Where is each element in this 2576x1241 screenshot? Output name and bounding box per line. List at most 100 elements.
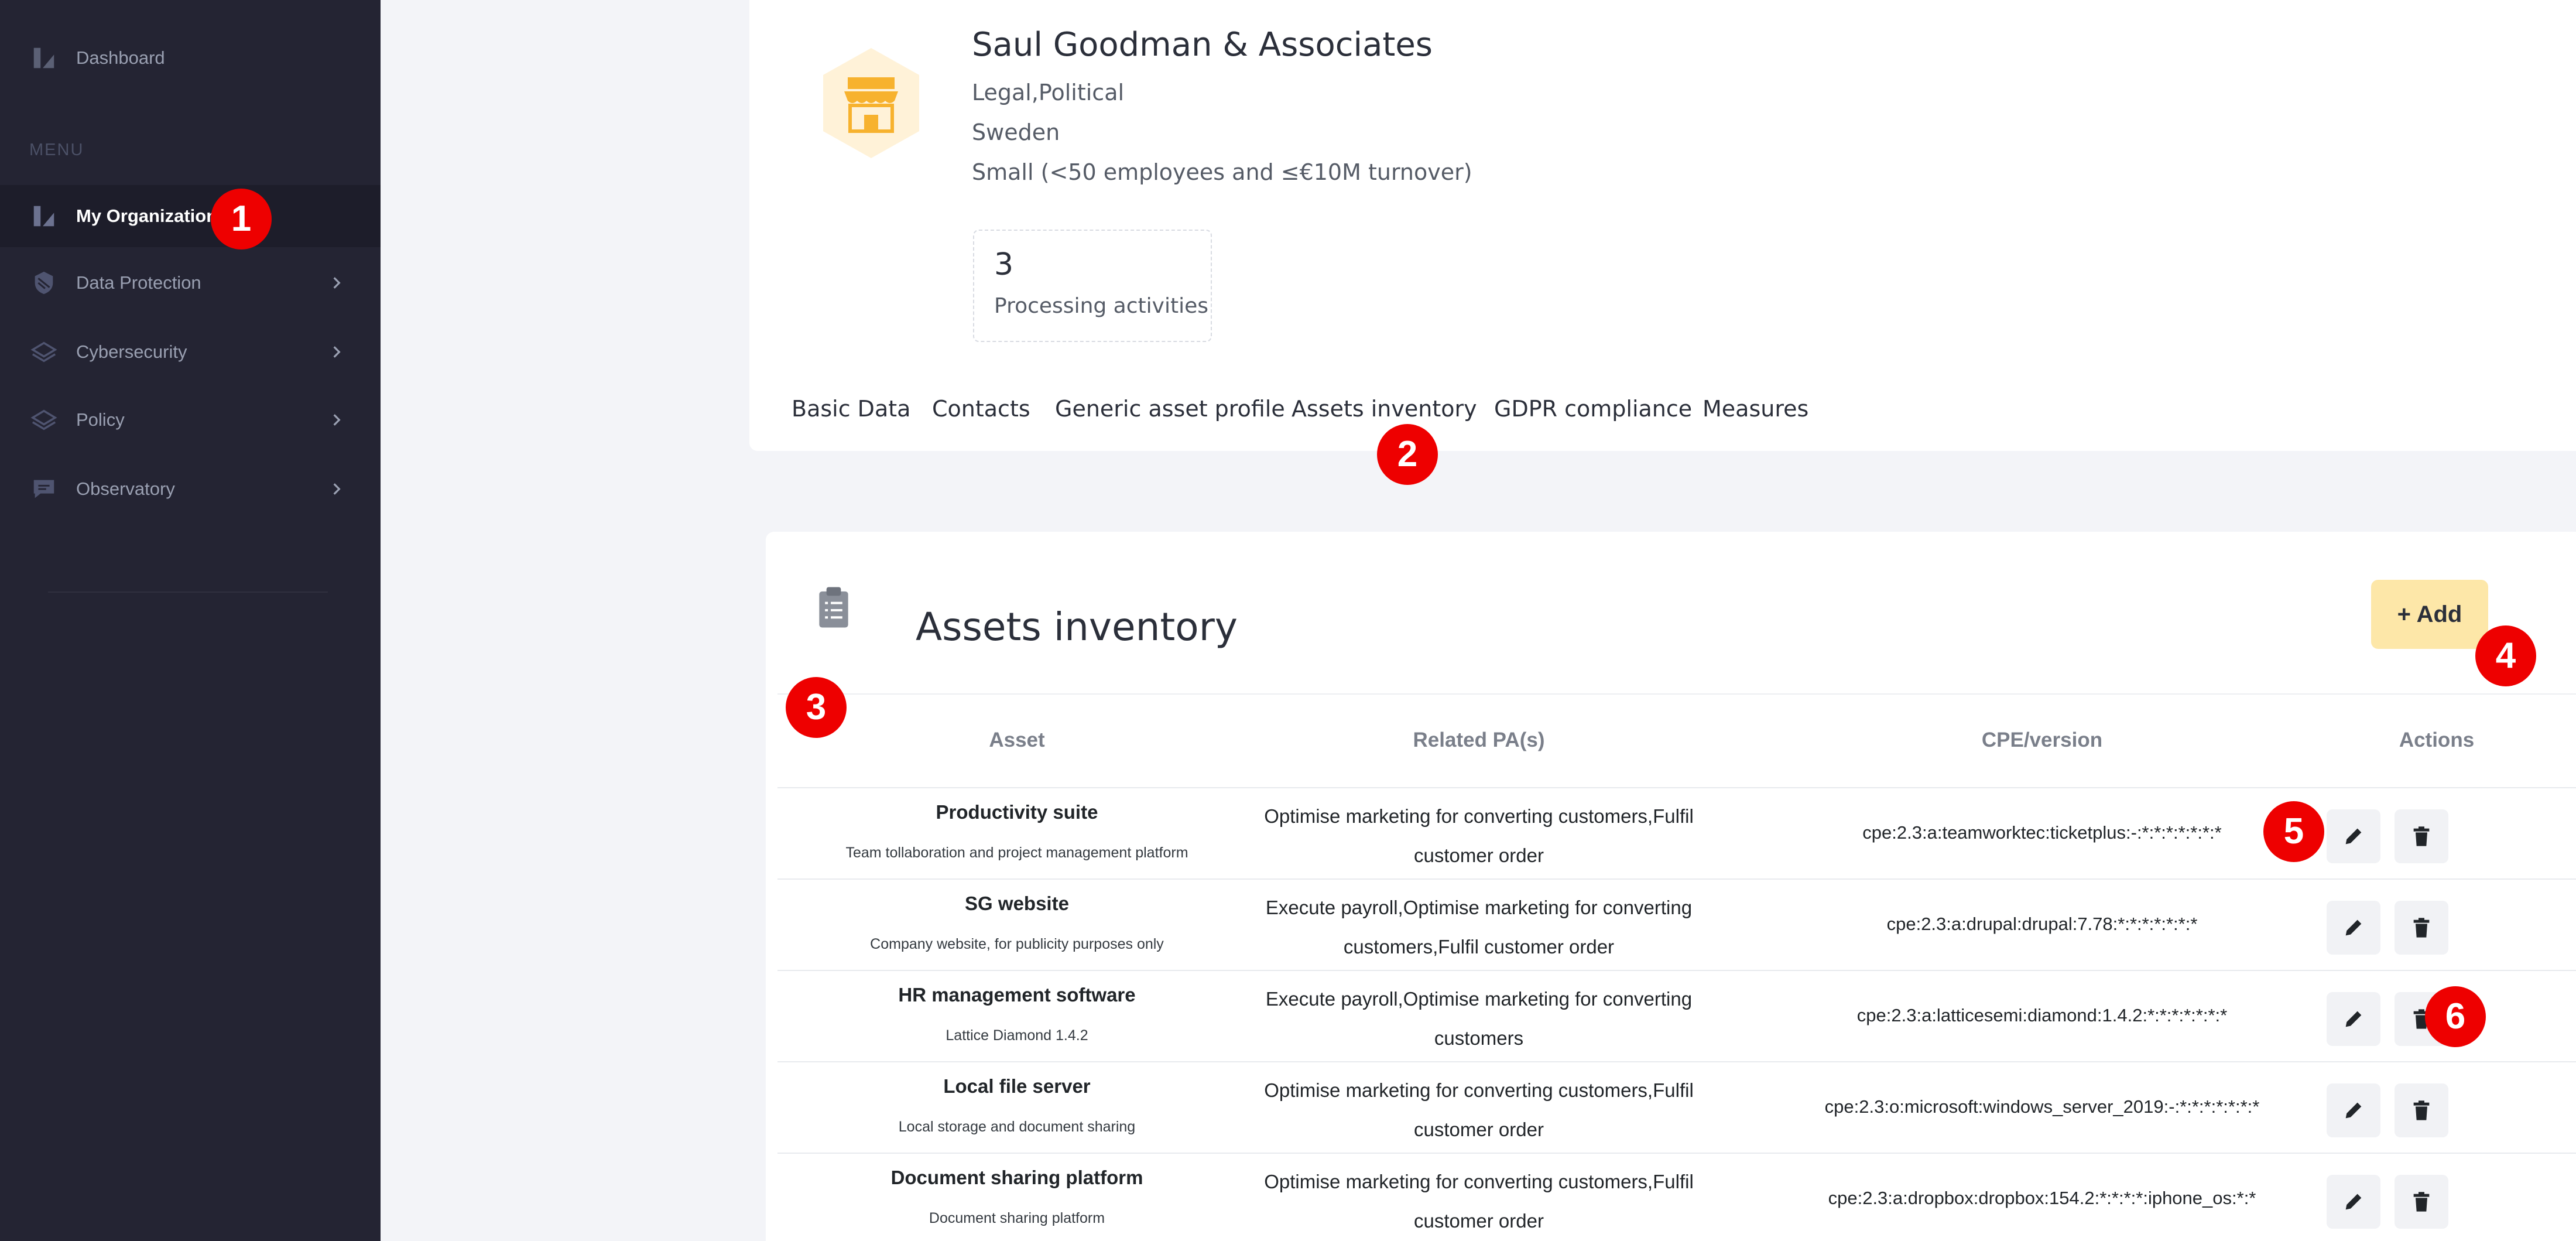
related-pa-line: customer order: [1414, 1210, 1544, 1232]
assets-inventory-card: Assets inventory + Add Asset Related PA(…: [766, 532, 2576, 1241]
asset-name: Productivity suite: [936, 801, 1098, 823]
trash-icon: [2413, 826, 2430, 846]
asset-name: HR management software: [898, 984, 1136, 1006]
related-pa: Execute payroll,Optimise marketing for c…: [1256, 888, 1701, 966]
organization-icon: [33, 206, 54, 227]
pencil-icon: [2345, 1194, 2362, 1210]
sidebar-item-policy[interactable]: Policy: [0, 389, 381, 451]
column-header-actions: Actions: [2399, 729, 2475, 751]
asset-name: Document sharing platform: [890, 1167, 1143, 1188]
cpe-version: cpe:2.3:a:drupal:drupal:7.78:*:*:*:*:*:*…: [1886, 914, 2198, 934]
layers-icon: [30, 409, 57, 430]
layers-icon: [30, 341, 57, 363]
annotation-badge-6: 6: [2425, 986, 2486, 1047]
organization-sector: Legal,Political: [972, 80, 1125, 105]
annotation-badge-5: 5: [2263, 801, 2324, 862]
processing-activities-stat: 3 Processing activities: [973, 230, 1212, 342]
dashboard-icon: [33, 47, 54, 69]
trash-icon: [2413, 1100, 2430, 1120]
table-row: HR management software Lattice Diamond 1…: [777, 970, 2576, 1061]
sidebar-item-label: Policy: [76, 409, 125, 430]
sidebar-item-data-protection[interactable]: Data Protection: [0, 252, 381, 314]
annotation-badge-3: 3: [786, 677, 847, 738]
annotation-badge-2: 2: [1377, 424, 1438, 485]
sidebar-item-label: Dashboard: [76, 47, 165, 68]
pencil-icon: [2345, 1011, 2362, 1027]
tab-assets-inventory[interactable]: Assets inventory: [1292, 396, 1477, 422]
clipboard-icon: [819, 587, 848, 628]
related-pa: Execute payroll,Optimise marketing for c…: [1256, 979, 1701, 1058]
pencil-icon: [2345, 828, 2362, 845]
delete-button[interactable]: [2395, 809, 2448, 863]
tab-measures[interactable]: Measures: [1703, 396, 1808, 422]
related-pa-line: Execute payroll,Optimise marketing for c…: [1265, 897, 1693, 918]
related-pa-line: Execute payroll,Optimise marketing for c…: [1265, 988, 1693, 1010]
edit-button[interactable]: [2327, 992, 2380, 1046]
sidebar-item-label: Observatory: [76, 478, 175, 499]
delete-button[interactable]: [2395, 901, 2448, 955]
edit-button[interactable]: [2327, 1175, 2380, 1229]
organization-name: Saul Goodman & Associates: [972, 26, 1433, 64]
asset-description: Team tollaboration and project managemen…: [845, 845, 1188, 861]
related-pa-line: customer order: [1414, 1119, 1544, 1140]
tab-contacts[interactable]: Contacts: [932, 396, 1030, 422]
asset-description: Company website, for publicity purposes …: [870, 936, 1164, 952]
processing-activities-label: Processing activities: [994, 294, 1208, 318]
chevron-right-icon: [333, 277, 341, 289]
pencil-icon: [2345, 919, 2362, 936]
related-pa: Optimise marketing for converting custom…: [1256, 1162, 1701, 1240]
related-pa-line: Optimise marketing for converting custom…: [1264, 1079, 1694, 1101]
sidebar-item-observatory[interactable]: Observatory: [0, 458, 381, 520]
table-row: Document sharing platform Document shari…: [777, 1153, 2576, 1241]
related-pa-line: customers,Fulfil customer order: [1343, 936, 1615, 958]
sidebar-item-dashboard[interactable]: Dashboard: [0, 27, 381, 89]
trash-icon: [2413, 918, 2430, 938]
annotation-badge-4: 4: [2475, 625, 2536, 686]
organization-country: Sweden: [972, 119, 1060, 145]
assets-inventory-title: Assets inventory: [916, 604, 1238, 649]
related-pa-line: Optimise marketing for converting custom…: [1264, 1171, 1694, 1192]
chat-icon: [33, 480, 54, 498]
asset-name: SG website: [965, 893, 1069, 914]
trash-icon: [2413, 1192, 2430, 1212]
sidebar-divider: [48, 592, 328, 593]
asset-name: Local file server: [943, 1075, 1091, 1097]
sidebar-item-label: My Organization: [76, 206, 218, 226]
divider: [777, 693, 2576, 695]
shield-icon: [35, 271, 53, 295]
annotation-badge-1: 1: [211, 189, 272, 249]
sidebar-item-label: Data Protection: [76, 272, 201, 293]
pencil-icon: [2345, 1102, 2362, 1119]
edit-button[interactable]: [2327, 901, 2380, 955]
table-row: Local file server Local storage and docu…: [777, 1061, 2576, 1153]
processing-activities-count: 3: [994, 247, 1014, 282]
sidebar-item-cybersecurity[interactable]: Cybersecurity: [0, 321, 381, 383]
related-pa-line: customer order: [1414, 845, 1544, 866]
asset-description: Document sharing platform: [929, 1210, 1105, 1226]
tab-basic-data[interactable]: Basic Data: [792, 396, 910, 422]
cpe-version: cpe:2.3:a:latticesemi:diamond:1.4.2:*:*:…: [1856, 1005, 2228, 1025]
add-asset-button[interactable]: + Add: [2371, 580, 2488, 649]
sidebar-menu-heading: MENU: [29, 141, 84, 159]
sidebar-item-label: Cybersecurity: [76, 341, 187, 362]
organization-size: Small (<50 employees and ≤€10M turnover): [972, 159, 1472, 185]
delete-button[interactable]: [2395, 1083, 2448, 1137]
cpe-version: cpe:2.3:a:dropbox:dropbox:154.2:*:*:*:*:…: [1828, 1188, 2256, 1208]
related-pa-line: Optimise marketing for converting custom…: [1264, 805, 1694, 827]
edit-button[interactable]: [2327, 1083, 2380, 1137]
related-pa-line: customers: [1434, 1027, 1524, 1049]
chevron-right-icon: [333, 483, 341, 495]
related-pa: Optimise marketing for converting custom…: [1256, 1071, 1701, 1149]
sidebar-item-my-organization[interactable]: My Organization: [0, 185, 381, 247]
edit-button[interactable]: [2327, 809, 2380, 863]
organization-profile-card: Saul Goodman & Associates Legal,Politica…: [749, 0, 2576, 451]
cpe-version: cpe:2.3:o:microsoft:windows_server_2019:…: [1824, 1096, 2260, 1117]
delete-button[interactable]: [2395, 1175, 2448, 1229]
column-header-asset: Asset: [989, 729, 1045, 751]
chevron-right-icon: [333, 414, 341, 426]
table-row: SG website Company website, for publicit…: [777, 878, 2576, 970]
tab-gdpr-compliance[interactable]: GDPR compliance: [1494, 396, 1692, 422]
column-header-cpe: CPE/version: [1981, 729, 2103, 751]
related-pa: Optimise marketing for converting custom…: [1256, 796, 1701, 875]
tab-generic-asset-profile[interactable]: Generic asset profile: [1055, 396, 1285, 422]
